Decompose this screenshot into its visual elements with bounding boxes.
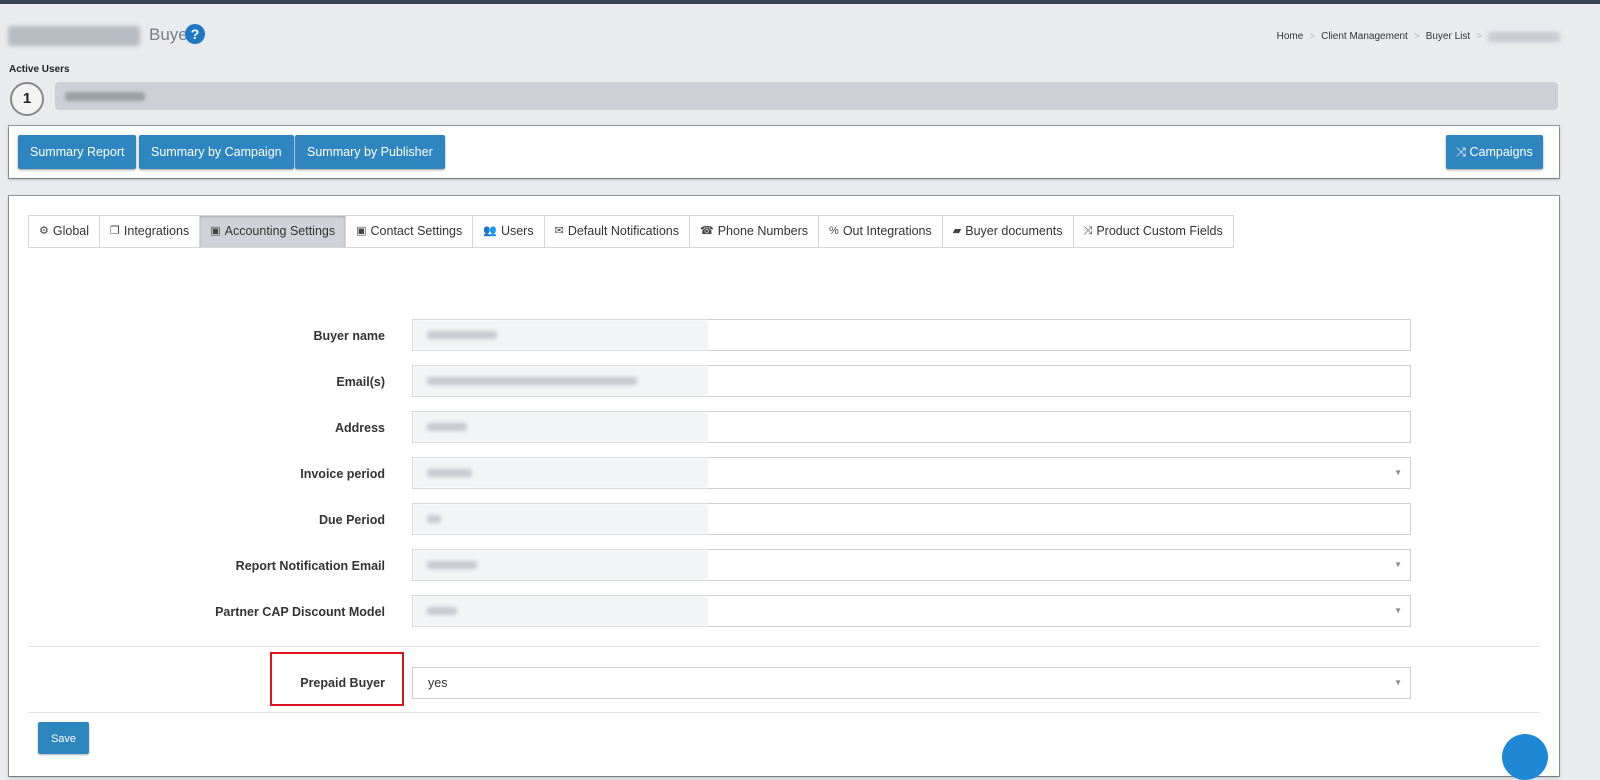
tab-global[interactable]: ⚙ Global bbox=[29, 216, 101, 247]
report-notification-email-label: Report Notification Email bbox=[235, 559, 385, 573]
random-icon: ⤨ bbox=[1083, 225, 1093, 237]
tab-default-notifications[interactable]: ✉ Default Notifications bbox=[545, 216, 690, 247]
book-icon: ▰ bbox=[952, 225, 962, 237]
campaigns-button[interactable]: ⤨ Campaigns bbox=[1446, 135, 1543, 169]
money-icon: ▣ bbox=[210, 225, 221, 237]
chevron-down-icon: ▼ bbox=[1394, 606, 1402, 615]
tab-accounting-settings[interactable]: ▣ Accounting Settings bbox=[200, 216, 347, 247]
active-user-name-redacted bbox=[65, 92, 145, 101]
tab-label: Phone Numbers bbox=[717, 224, 809, 238]
phone-icon: ☎ bbox=[700, 225, 714, 237]
buyer-name-input[interactable] bbox=[412, 319, 1411, 351]
emails-input[interactable] bbox=[412, 365, 1411, 397]
tab-phone-numbers[interactable]: ☎ Phone Numbers bbox=[690, 216, 820, 247]
copy-icon: ❐ bbox=[110, 225, 120, 237]
invoice-period-select[interactable]: ▼ bbox=[412, 457, 1411, 489]
save-button[interactable]: Save bbox=[38, 722, 89, 754]
report-notification-email-select[interactable]: ▼ bbox=[412, 549, 1411, 581]
summary-report-button[interactable]: Summary Report bbox=[18, 135, 137, 169]
breadcrumb-buyer-list[interactable]: Buyer List bbox=[1426, 31, 1470, 42]
page-header: Buyer ? Home > Client Management > Buyer… bbox=[0, 20, 1600, 50]
tab-label: Product Custom Fields bbox=[1096, 224, 1223, 238]
random-icon: ⤨ bbox=[1456, 145, 1467, 159]
cogs-icon: ⚙ bbox=[39, 225, 49, 237]
active-user-bar bbox=[55, 82, 1558, 110]
breadcrumb-separator: > bbox=[1476, 31, 1482, 42]
due-period-label: Due Period bbox=[319, 513, 385, 527]
tab-product-custom-fields[interactable]: ⤨ Product Custom Fields bbox=[1074, 216, 1233, 247]
percent-icon: % bbox=[829, 225, 839, 237]
settings-tabs: ⚙ Global ❐ Integrations ▣ Accounting Settings… bbox=[28, 215, 1234, 248]
address-label: Address bbox=[334, 421, 385, 435]
breadcrumb: Home > Client Management > Buyer List > bbox=[1277, 31, 1560, 42]
summary-by-campaign-button[interactable]: Summary by Campaign bbox=[139, 135, 294, 169]
prepaid-buyer-select[interactable]: yes ▼ bbox=[412, 667, 1411, 699]
tab-buyer-documents[interactable]: ▰ Buyer documents bbox=[943, 216, 1074, 247]
partner-cap-discount-model-label: Partner CAP Discount Model bbox=[215, 605, 385, 619]
envelope-icon: ✉ bbox=[554, 225, 564, 237]
buyer-name-redacted bbox=[8, 26, 140, 46]
due-period-input[interactable] bbox=[412, 503, 1411, 535]
prepaid-buyer-value: yes bbox=[428, 676, 448, 690]
tab-out-integrations[interactable]: % Out Integrations bbox=[819, 216, 943, 247]
chevron-down-icon: ▼ bbox=[1394, 560, 1402, 569]
tab-label: Integrations bbox=[123, 224, 190, 238]
buyer-name-label: Buyer name bbox=[313, 329, 385, 343]
tab-label: Default Notifications bbox=[567, 224, 679, 238]
breadcrumb-home[interactable]: Home bbox=[1277, 31, 1304, 42]
users-icon: 👥 bbox=[483, 225, 497, 237]
breadcrumb-separator: > bbox=[1309, 31, 1316, 42]
tab-label: Users bbox=[500, 224, 534, 238]
campaigns-button-label: Campaigns bbox=[1469, 145, 1533, 159]
tab-contact-settings[interactable]: ▣ Contact Settings bbox=[346, 216, 474, 247]
breadcrumb-separator: > bbox=[1413, 31, 1420, 42]
breadcrumb-client-management[interactable]: Client Management bbox=[1321, 31, 1408, 42]
prepaid-buyer-highlight bbox=[270, 652, 404, 706]
chat-widget-button[interactable] bbox=[1502, 734, 1548, 780]
tab-label: Out Integrations bbox=[842, 224, 932, 238]
chevron-down-icon: ▼ bbox=[1394, 678, 1402, 687]
tab-label: Contact Settings bbox=[370, 224, 463, 238]
emails-label: Email(s) bbox=[336, 375, 385, 389]
money-icon: ▣ bbox=[356, 225, 367, 237]
partner-cap-discount-model-select[interactable]: ▼ bbox=[412, 595, 1411, 627]
tab-label: Accounting Settings bbox=[224, 224, 336, 238]
active-users-count-badge: 1 bbox=[10, 82, 44, 116]
invoice-period-label: Invoice period bbox=[300, 467, 385, 481]
breadcrumb-current-redacted bbox=[1488, 31, 1560, 42]
form-divider bbox=[28, 646, 1540, 647]
form-divider bbox=[28, 712, 1540, 713]
tab-integrations[interactable]: ❐ Integrations bbox=[100, 216, 201, 247]
active-users-label: Active Users bbox=[9, 64, 70, 75]
tab-users[interactable]: 👥 Users bbox=[473, 216, 545, 247]
tab-label: Buyer documents bbox=[965, 224, 1063, 238]
tab-label: Global bbox=[52, 224, 90, 238]
address-input[interactable] bbox=[412, 411, 1411, 443]
help-icon[interactable]: ? bbox=[185, 24, 205, 44]
top-bar-edge bbox=[0, 0, 1600, 4]
summary-by-publisher-button[interactable]: Summary by Publisher bbox=[295, 135, 445, 169]
chevron-down-icon: ▼ bbox=[1394, 468, 1402, 477]
